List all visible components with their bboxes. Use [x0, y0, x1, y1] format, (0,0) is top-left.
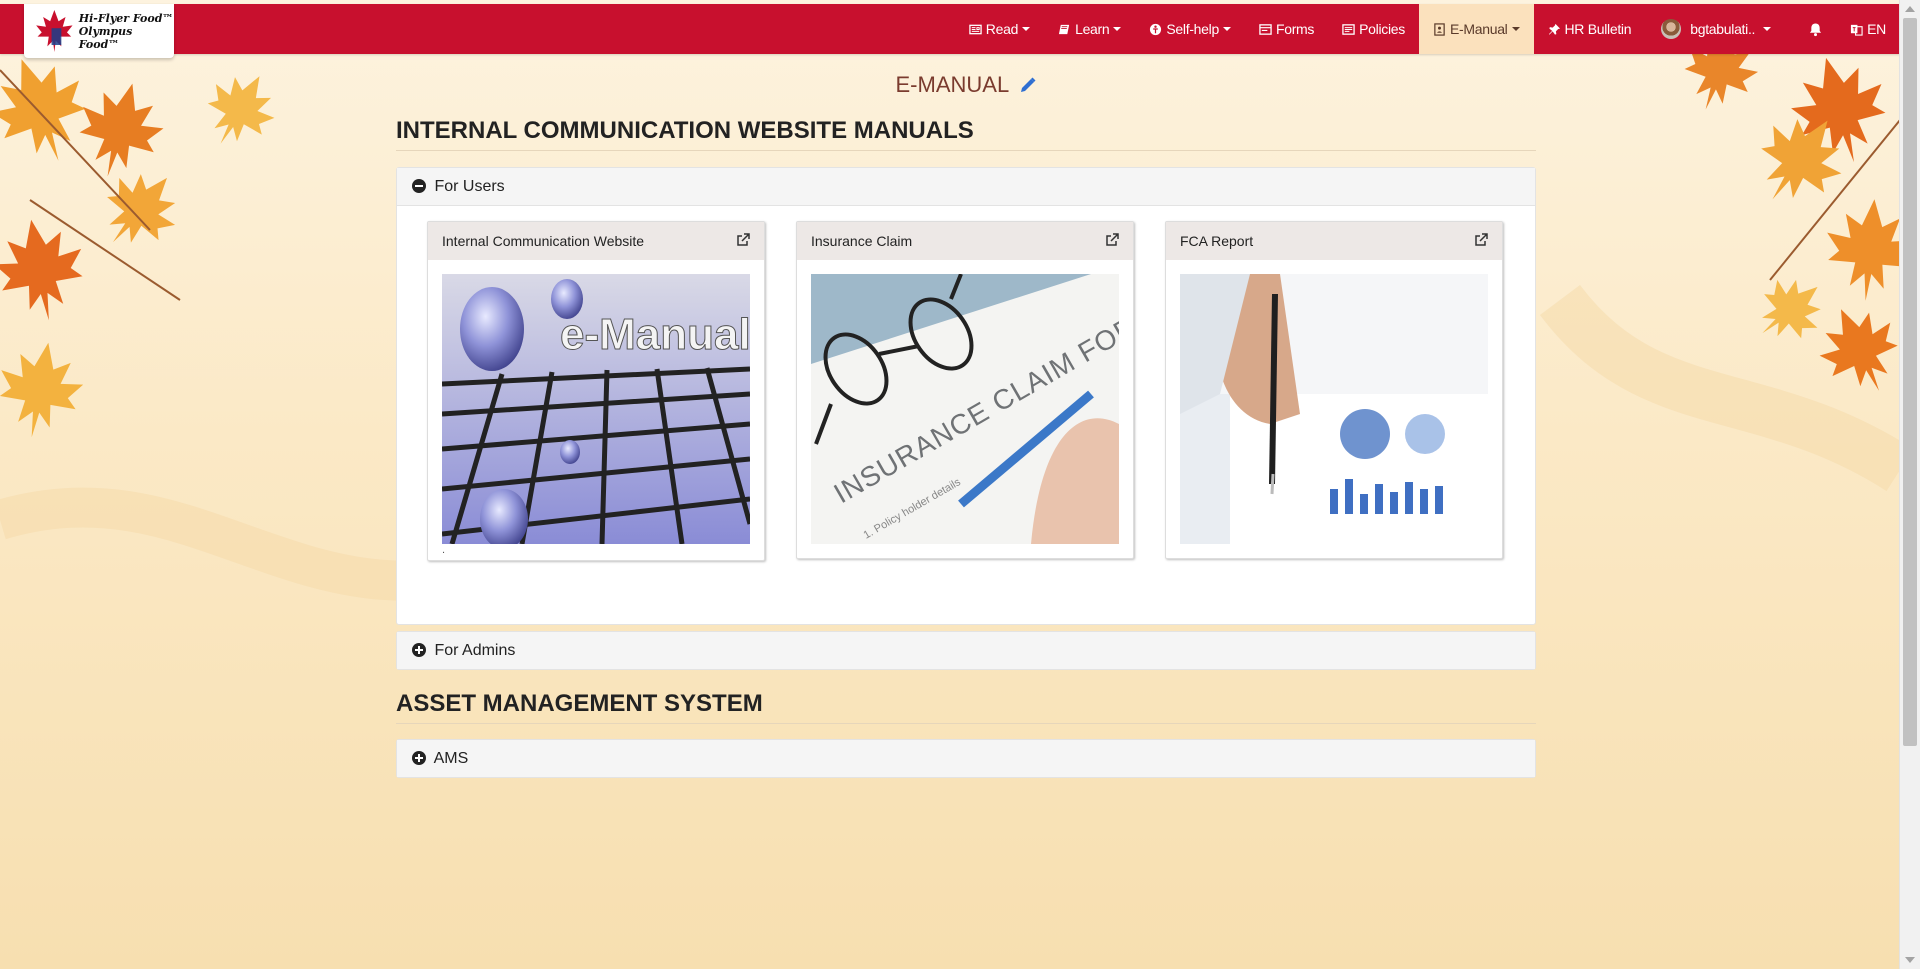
card-header: FCA Report [1166, 222, 1502, 260]
nav-selfhelp-label: Self-help [1166, 21, 1219, 37]
panel-title-for-admins: For Admins [434, 642, 516, 659]
manual-icon [1434, 22, 1445, 36]
emanual-thumbnail[interactable]: e-Manual [442, 274, 750, 544]
panel-for-users: For Users Internal Communication Website [396, 167, 1536, 625]
section-heading-manuals: INTERNAL COMMUNICATION WEBSITE MANUALS [396, 117, 1536, 151]
nav-policies[interactable]: Policies [1328, 4, 1419, 54]
insurance-claim-thumbnail[interactable]: INSURANCE CLAIM FORM 1. Policy holder de… [811, 274, 1119, 544]
form-icon [1259, 23, 1272, 35]
newspaper-icon [969, 24, 982, 34]
policy-icon [1342, 23, 1355, 35]
top-navbar: Hi-Flyer Food™ Olympus Food™ Read Learn … [0, 4, 1900, 58]
nav-policies-label: Policies [1359, 21, 1405, 37]
scroll-up-arrow-icon[interactable] [1905, 6, 1915, 12]
nav-forms-label: Forms [1275, 21, 1315, 37]
bell-icon [1810, 22, 1822, 36]
page-title: E-MANUAL [396, 70, 1536, 100]
plus-circle-icon [412, 751, 426, 765]
panel-body-for-users: Internal Communication Website e-Manual … [397, 206, 1535, 624]
pin-icon [1548, 23, 1560, 35]
card-internal-communication[interactable]: Internal Communication Website e-Manual … [427, 221, 765, 561]
book-icon [1059, 24, 1070, 34]
section-heading-ams: ASSET MANAGEMENT SYSTEM [396, 690, 1536, 724]
nav-forms[interactable]: Forms [1245, 4, 1328, 54]
caret-down-icon [1763, 27, 1772, 31]
panel-header-ams[interactable]: AMS [397, 740, 1535, 777]
nav-emanual[interactable]: E-Manual [1418, 4, 1534, 54]
card-title: Insurance Claim [811, 233, 913, 249]
nav-emanual-label: E-Manual [1449, 21, 1508, 37]
page-title-text: E-MANUAL [895, 72, 1009, 97]
logo-text: Hi-Flyer Food™ Olympus Food™ [79, 12, 174, 51]
panel-header-for-users[interactable]: For Users [397, 168, 1535, 206]
nav-read[interactable]: Read [955, 4, 1044, 54]
plus-circle-icon [412, 643, 426, 657]
nav-selfhelp[interactable]: Self-help [1135, 4, 1245, 54]
external-link-icon[interactable] [736, 233, 750, 247]
card-fca-report[interactable]: FCA Report [1165, 221, 1503, 559]
vertical-scrollbar[interactable] [1899, 0, 1920, 969]
scroll-down-arrow-icon[interactable] [1905, 957, 1915, 963]
nav-learn[interactable]: Learn [1044, 4, 1135, 54]
card-caption [1166, 544, 1502, 558]
caret-down-icon [1022, 27, 1031, 31]
fca-report-thumbnail[interactable] [1180, 274, 1488, 544]
life-ring-icon [1150, 23, 1162, 35]
nav-user-label: bgtabulati.. [1690, 21, 1756, 37]
panel-title-ams: AMS [433, 750, 469, 767]
pencil-icon[interactable] [1019, 76, 1037, 94]
card-caption [797, 544, 1133, 558]
emanual-thumbnail-text: e-Manual [560, 310, 750, 359]
card-title: Internal Communication Website [442, 233, 645, 249]
card-title: FCA Report [1180, 233, 1254, 249]
card-header: Insurance Claim [797, 222, 1133, 260]
panel-title-for-users: For Users [434, 178, 505, 195]
external-link-icon[interactable] [1105, 233, 1119, 247]
nav-user-menu[interactable]: bgtabulati.. [1645, 4, 1791, 54]
card-caption: . [442, 544, 446, 556]
logo-line-1: Hi-Flyer Food™ [78, 11, 174, 25]
nav-hr-bulletin-label: HR Bulletin [1564, 21, 1632, 37]
avatar [1661, 19, 1682, 39]
nav-menu: Read Learn Self-help Forms Policies E-Ma… [955, 4, 1900, 54]
nav-language-label: EN [1867, 21, 1886, 37]
scrollbar-thumb[interactable] [1903, 18, 1917, 746]
nav-language[interactable]: EN [1840, 4, 1900, 54]
caret-down-icon [1511, 27, 1520, 31]
minus-circle-icon [412, 179, 426, 193]
nav-learn-label: Learn [1075, 21, 1110, 37]
caret-down-icon [1113, 27, 1122, 31]
nav-read-label: Read [985, 21, 1019, 37]
panel-ams: AMS [396, 739, 1536, 778]
company-logo[interactable]: Hi-Flyer Food™ Olympus Food™ [24, 4, 174, 58]
panel-header-for-admins[interactable]: For Admins [397, 632, 1535, 669]
caret-down-icon [1222, 27, 1231, 31]
panel-for-admins: For Admins [396, 631, 1536, 670]
maple-leaf-logo-icon [36, 10, 73, 52]
logo-line-2: Olympus Food™ [78, 24, 133, 51]
nav-hr-bulletin[interactable]: HR Bulletin [1534, 4, 1646, 54]
main-content: E-MANUAL INTERNAL COMMUNICATION WEBSITE … [396, 54, 1536, 778]
card-insurance-claim[interactable]: Insurance Claim INSURANCE CLAIM FORM 1. … [796, 221, 1134, 559]
external-link-icon[interactable] [1474, 233, 1488, 247]
language-icon [1851, 24, 1863, 36]
nav-notifications[interactable] [1791, 4, 1840, 54]
card-header: Internal Communication Website [428, 222, 764, 260]
